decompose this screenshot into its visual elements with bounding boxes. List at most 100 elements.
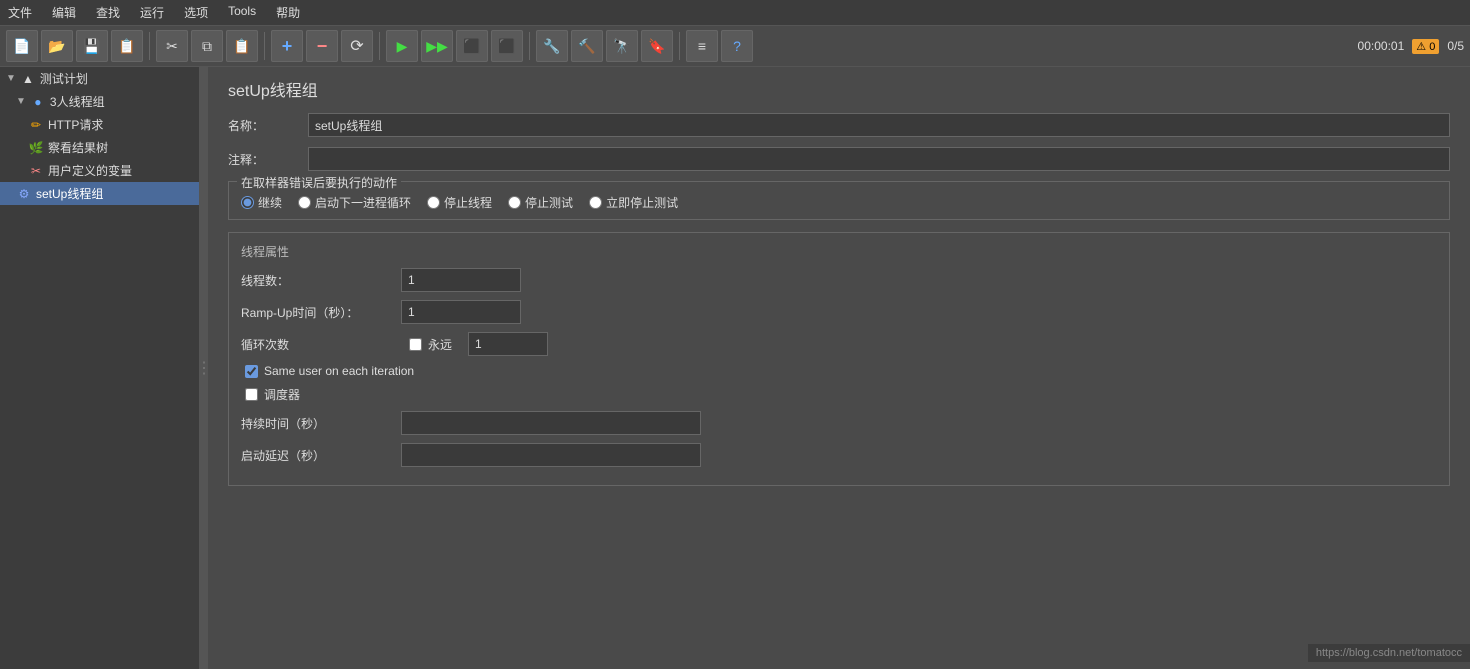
tool3-button[interactable]: 🔭 bbox=[606, 30, 638, 62]
radio-stop-test-now-input[interactable] bbox=[589, 196, 602, 209]
warning-badge: ⚠ 0 bbox=[1412, 39, 1439, 54]
radio-continue[interactable]: 继续 bbox=[241, 194, 282, 211]
startup-delay-input[interactable] bbox=[401, 443, 701, 467]
thread-props-title: 线程属性 bbox=[241, 243, 1437, 260]
toolbar-separator-2 bbox=[264, 32, 265, 60]
name-input[interactable] bbox=[308, 113, 1450, 137]
timer-display: 00:00:01 bbox=[1358, 39, 1405, 53]
same-user-label[interactable]: Same user on each iteration bbox=[241, 364, 1437, 378]
remove-button[interactable]: − bbox=[306, 30, 338, 62]
results-icon: 🌿 bbox=[28, 141, 44, 155]
sidebar-item-setup-group[interactable]: ⚙ setUp线程组 bbox=[0, 182, 199, 205]
radio-stop-test-now[interactable]: 立即停止测试 bbox=[589, 194, 678, 211]
sidebar-item-results-tree[interactable]: 🌿 察看结果树 bbox=[0, 136, 199, 159]
sidebar-drag-handle[interactable] bbox=[200, 67, 208, 669]
name-label: 名称： bbox=[228, 117, 308, 134]
menubar: 文件 编辑 查找 运行 选项 Tools 帮助 bbox=[0, 0, 1470, 26]
help-button[interactable]: ? bbox=[721, 30, 753, 62]
save-button[interactable]: 💾 bbox=[76, 30, 108, 62]
toolbar: 📄 📂 💾 📋 ✂ ⧉ 📋 + − ⟳ ▶ ▶▶ ⬛ ⬛ 🔧 🔨 🔭 🔖 ≡ ?… bbox=[0, 26, 1470, 67]
thread-count-input[interactable] bbox=[401, 268, 521, 292]
scheduler-checkbox[interactable] bbox=[245, 388, 258, 401]
duration-input[interactable] bbox=[401, 411, 701, 435]
tool1-button[interactable]: 🔧 bbox=[536, 30, 568, 62]
duration-label: 持续时间（秒） bbox=[241, 415, 401, 432]
thread-group-icon: ● bbox=[30, 95, 46, 109]
loop-count-row: 循环次数 永远 bbox=[241, 332, 1437, 356]
run-button[interactable]: ▶ bbox=[386, 30, 418, 62]
comment-input[interactable] bbox=[308, 147, 1450, 171]
thread-count-row: 线程数： bbox=[241, 268, 1437, 292]
startup-delay-label: 启动延迟（秒） bbox=[241, 447, 401, 464]
toolbar-separator-1 bbox=[149, 32, 150, 60]
error-action-fieldset: 在取样器错误后要执行的动作 继续 启动下一进程循环 停止线程 bbox=[228, 181, 1450, 220]
loop-count-input[interactable] bbox=[468, 332, 548, 356]
radio-next-loop-input[interactable] bbox=[298, 196, 311, 209]
paste-button[interactable]: 📋 bbox=[226, 30, 258, 62]
forever-checkbox[interactable] bbox=[409, 338, 422, 351]
content-area: setUp线程组 名称： 注释： 在取样器错误后要执行的动作 继续 bbox=[208, 67, 1470, 669]
http-icon: ✏ bbox=[28, 118, 44, 132]
comment-row: 注释： bbox=[228, 147, 1450, 171]
thread-props-box: 线程属性 线程数： Ramp-Up时间（秒）： 循环次数 bbox=[228, 232, 1450, 486]
menu-tools[interactable]: Tools bbox=[224, 2, 260, 23]
sidebar-item-http-request[interactable]: ✏ HTTP请求 bbox=[0, 113, 199, 136]
menu-edit[interactable]: 编辑 bbox=[48, 2, 80, 23]
stop-all-button[interactable]: ⬛ bbox=[491, 30, 523, 62]
same-user-checkbox[interactable] bbox=[245, 365, 258, 378]
tool4-button[interactable]: 🔖 bbox=[641, 30, 673, 62]
startup-delay-row: 启动延迟（秒） bbox=[241, 443, 1437, 467]
add-button[interactable]: + bbox=[271, 30, 303, 62]
sidebar-item-label: setUp线程组 bbox=[36, 185, 103, 202]
radio-stop-thread-input[interactable] bbox=[427, 196, 440, 209]
sidebar-item-label: 测试计划 bbox=[40, 70, 88, 87]
menu-file[interactable]: 文件 bbox=[4, 2, 36, 23]
cut-button[interactable]: ✂ bbox=[156, 30, 188, 62]
name-row: 名称： bbox=[228, 113, 1450, 137]
radio-stop-test[interactable]: 停止测试 bbox=[508, 194, 573, 211]
sidebar-item-test-plan[interactable]: ▼ ▲ 测试计划 bbox=[0, 67, 199, 90]
radio-stop-test-input[interactable] bbox=[508, 196, 521, 209]
radio-continue-input[interactable] bbox=[241, 196, 254, 209]
new-button[interactable]: 📄 bbox=[6, 30, 38, 62]
radio-stop-test-label: 停止测试 bbox=[525, 194, 573, 211]
scheduler-label[interactable]: 调度器 bbox=[241, 386, 1437, 403]
ramp-up-label: Ramp-Up时间（秒）： bbox=[241, 304, 401, 321]
save-all-button[interactable]: 📋 bbox=[111, 30, 143, 62]
clear-button[interactable]: ⟳ bbox=[341, 30, 373, 62]
forever-checkbox-label[interactable]: 永远 bbox=[409, 336, 452, 353]
toolbar-right: 00:00:01 ⚠ 0 0/5 bbox=[1358, 39, 1464, 54]
arrow-icon: ▼ bbox=[6, 73, 16, 84]
arrow-icon: ▼ bbox=[16, 96, 26, 107]
log-button[interactable]: ≡ bbox=[686, 30, 718, 62]
sidebar-item-user-vars[interactable]: ✂ 用户定义的变量 bbox=[0, 159, 199, 182]
thread-count-label: 线程数： bbox=[241, 272, 401, 289]
run-all-button[interactable]: ▶▶ bbox=[421, 30, 453, 62]
same-user-text: Same user on each iteration bbox=[264, 364, 414, 378]
toolbar-separator-3 bbox=[379, 32, 380, 60]
menu-run[interactable]: 运行 bbox=[136, 2, 168, 23]
radio-next-loop[interactable]: 启动下一进程循环 bbox=[298, 194, 411, 211]
open-button[interactable]: 📂 bbox=[41, 30, 73, 62]
radio-stop-thread[interactable]: 停止线程 bbox=[427, 194, 492, 211]
copy-button[interactable]: ⧉ bbox=[191, 30, 223, 62]
scheduler-text: 调度器 bbox=[264, 386, 300, 403]
duration-row: 持续时间（秒） bbox=[241, 411, 1437, 435]
menu-help[interactable]: 帮助 bbox=[272, 2, 304, 23]
sidebar-item-thread-group[interactable]: ▼ ● 3人线程组 bbox=[0, 90, 199, 113]
main-layout: ▼ ▲ 测试计划 ▼ ● 3人线程组 ✏ HTTP请求 🌿 察看结果树 ✂ 用户… bbox=[0, 67, 1470, 669]
setup-icon: ⚙ bbox=[16, 187, 32, 201]
stop-button[interactable]: ⬛ bbox=[456, 30, 488, 62]
menu-find[interactable]: 查找 bbox=[92, 2, 124, 23]
tool2-button[interactable]: 🔨 bbox=[571, 30, 603, 62]
ramp-up-input[interactable] bbox=[401, 300, 521, 324]
content-inner: setUp线程组 名称： 注释： 在取样器错误后要执行的动作 继续 bbox=[208, 67, 1470, 508]
sidebar-item-label: HTTP请求 bbox=[48, 116, 103, 133]
test-plan-icon: ▲ bbox=[20, 72, 36, 86]
loop-label: 循环次数 bbox=[241, 336, 401, 353]
forever-label: 永远 bbox=[428, 336, 452, 353]
menu-options[interactable]: 选项 bbox=[180, 2, 212, 23]
footer-url: https://blog.csdn.net/tomatocc bbox=[1308, 644, 1470, 662]
sidebar-item-label: 察看结果树 bbox=[48, 139, 108, 156]
sidebar-item-label: 用户定义的变量 bbox=[48, 162, 132, 179]
